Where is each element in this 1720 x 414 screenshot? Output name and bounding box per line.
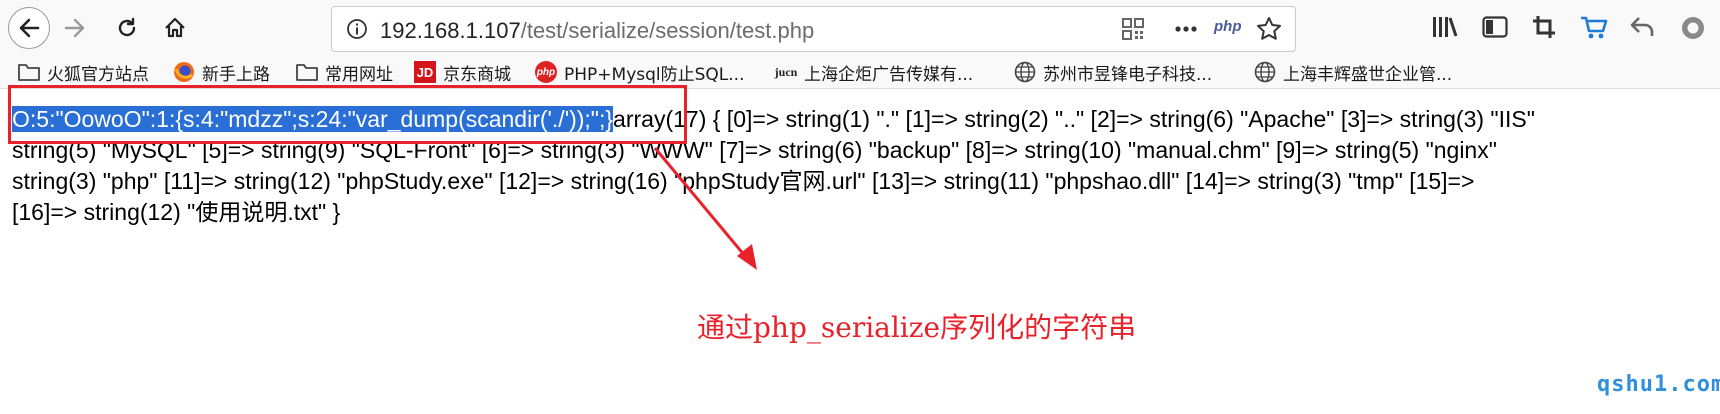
annotation-arrow [653,147,757,270]
annotation-text: 通过php_serialize序列化的字符串 [697,311,1137,344]
watermark: qshu1.com [1597,372,1720,397]
